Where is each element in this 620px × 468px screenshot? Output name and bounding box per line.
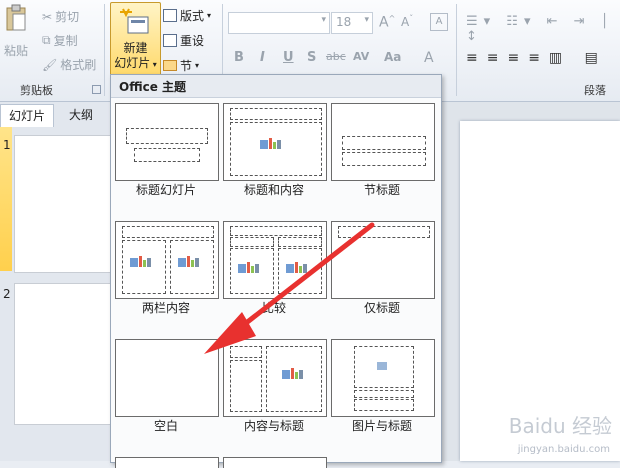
layout-two-content[interactable] [115,221,219,299]
reset-label: 重设 [180,34,205,48]
new-slide-icon [120,8,149,34]
layout-icon [163,9,177,22]
baidu-watermark: Baidu 经验 [508,414,612,438]
change-case-button[interactable]: Aa [384,50,401,64]
chevron-down-icon: ▾ [364,15,369,25]
clipboard-group-label: 剪贴板 [20,84,53,97]
layout-label: 图片与标题 [351,419,412,433]
layout-label: 节标题 [363,183,400,197]
copy-label: 复制 [53,34,78,48]
layout-label: 内容与标题 [243,419,304,433]
scissors-icon: ✂ [42,9,53,24]
underline-button[interactable]: U [283,50,294,65]
font-color-button[interactable]: A [424,50,434,66]
divider [104,4,105,96]
watermark-url: jingyan.baidu.com [517,444,610,455]
content-placeholder-icon [178,256,199,267]
paragraph-group-label: 段落 [584,84,606,97]
format-painter-button[interactable]: 🖌 格式刷 [42,56,96,73]
layout-content-with-caption[interactable] [223,339,327,417]
layout-label: 仅标题 [363,301,400,315]
alignment-buttons-row[interactable]: ≡≡≡≡▥ ▤ [466,50,607,66]
shrink-font-icon[interactable]: Aˇ [401,14,413,29]
font-size-value: 18 [336,15,352,29]
cut-button[interactable]: ✂ 剪切 [42,8,79,25]
clipboard-launcher-icon[interactable] [92,85,101,94]
new-slide-label-line2: 幻灯片 [114,56,151,70]
layout-picture-with-caption[interactable] [331,339,435,417]
layout-more-2[interactable] [223,457,327,468]
format-painter-label: 格式刷 [60,58,97,72]
grow-font-icon[interactable]: A^ [379,14,395,31]
slide-number: 2 [3,287,11,301]
section-icon [163,60,177,71]
slide-number: 1 [3,138,11,152]
tab-outline[interactable]: 大纲 [56,104,106,126]
section-label: 节 [180,59,193,73]
tab-slides[interactable]: 幻灯片 [0,104,54,127]
chevron-down-icon: ▾ [150,60,157,69]
layout-button[interactable]: 版式 ▾ [163,7,211,24]
bold-button[interactable]: B [234,50,244,65]
font-name-combobox[interactable]: ▾ [228,12,330,34]
layout-label: 标题和内容 [243,183,304,197]
chevron-down-icon: ▾ [195,61,200,70]
slide-thumbnail-2[interactable] [14,283,112,425]
layout-comparison[interactable] [223,221,327,299]
layout-title-content[interactable] [223,103,327,181]
copy-button[interactable]: ⧉ 复制 [42,32,78,49]
layout-label: 标题幻灯片 [135,183,196,197]
italic-button[interactable]: I [260,50,265,65]
cut-label: 剪切 [55,10,80,24]
layout-label: 比较 [261,301,286,315]
divider [456,4,457,96]
content-placeholder-icon [238,262,259,273]
reset-button[interactable]: 重设 [163,32,204,49]
menu-title: Office 主题 [111,75,441,98]
layout-more-1[interactable] [115,457,219,468]
font-size-combobox[interactable]: 18 ▾ [331,12,373,34]
slide-thumbnail-1[interactable] [14,135,112,273]
chevron-down-icon: ▾ [207,11,212,20]
layout-section-header[interactable] [331,103,435,181]
strikethrough-button[interactable]: abc [326,50,346,63]
new-slide-button[interactable]: 新建 幻灯片 ▾ [110,2,161,76]
layout-title-slide[interactable] [115,103,219,181]
brush-icon: 🖌 [42,57,58,72]
layout-blank[interactable] [115,339,219,417]
copy-icon: ⧉ [42,33,51,47]
content-placeholder-icon [282,368,303,379]
reset-icon [163,34,177,47]
section-button[interactable]: 节 ▾ [163,57,199,74]
content-placeholder-icon [286,262,307,273]
layout-title-only[interactable] [331,221,435,299]
picture-placeholder-icon [377,362,387,370]
content-placeholder-icon [260,138,281,149]
paste-button[interactable]: 粘贴 [4,42,28,59]
clear-formatting-icon[interactable]: A [430,13,448,31]
paste-icon[interactable] [4,4,28,34]
chevron-down-icon: ▾ [321,15,326,25]
layout-label: 空白 [153,419,178,433]
new-slide-label: 新建 幻灯片 ▾ [111,41,160,72]
layout-label: 版式 [180,9,205,23]
content-placeholder-icon [130,256,151,267]
new-slide-layout-menu: Office 主题 标题幻灯片 标题和内容 节标题 两栏内容 比较 仅标题 空白… [110,74,442,468]
character-spacing-button[interactable]: AV [353,50,369,63]
shadow-button[interactable]: S [307,50,316,65]
list-buttons-row[interactable]: ☰▾ ☷▾ ⇤ ⇥ │ ↕ [466,14,620,44]
layout-label: 两栏内容 [141,301,190,315]
new-slide-label-line1: 新建 [123,41,148,55]
